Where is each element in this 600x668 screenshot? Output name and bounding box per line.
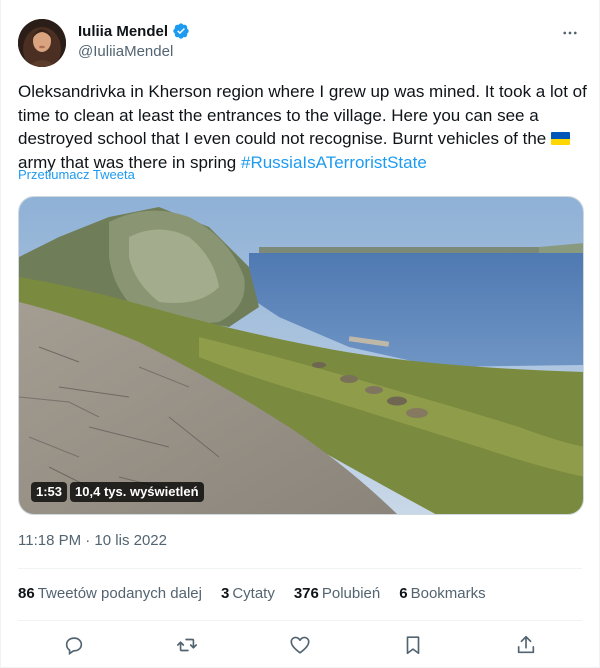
bookmarks-label: Bookmarks	[410, 585, 486, 602]
verified-badge-icon	[172, 22, 190, 40]
avatar[interactable]	[18, 19, 66, 67]
tweet-timestamp[interactable]: 11:18 PM · 10 lis 2022	[18, 532, 167, 549]
retweets-label: Tweetów podanych dalej	[37, 585, 202, 602]
tweet-text: Oleksandrivka in Kherson region where I …	[18, 80, 588, 174]
action-bar	[18, 630, 582, 660]
bookmark-icon[interactable]	[395, 630, 431, 660]
video-badges: 1:53 10,4 tys. wyświetleń	[31, 482, 204, 502]
tweet-stats: 86 Tweetów podanych dalej 3 Cytaty 376 Polu…	[18, 585, 486, 602]
bookmarks-count: 6	[399, 585, 408, 602]
more-options-icon[interactable]	[558, 23, 582, 43]
author-names: Iuliia Mendel @IuliiaMendel	[78, 22, 190, 60]
tweet-header: Iuliia Mendel @IuliiaMendel	[18, 19, 582, 67]
retweets-count: 86	[18, 585, 35, 602]
quotes-stat[interactable]: 3 Cytaty	[221, 585, 275, 602]
share-icon[interactable]	[508, 630, 544, 660]
video-views: 10,4 tys. wyświetleń	[70, 482, 204, 502]
author-display-name[interactable]: Iuliia Mendel	[78, 23, 168, 40]
retweet-icon[interactable]	[169, 630, 205, 660]
tweet-card: Iuliia Mendel @IuliiaMendel Oleksandrivk…	[0, 0, 600, 668]
likes-stat[interactable]: 376 Polubień	[294, 585, 380, 602]
hashtag-link[interactable]: #RussiaIsATerroristState	[241, 153, 427, 172]
divider	[18, 620, 582, 621]
tweet-text-main: Oleksandrivka in Kherson region where I …	[18, 82, 587, 148]
likes-count: 376	[293, 585, 319, 602]
video-thumbnail	[19, 197, 583, 514]
retweets-stat[interactable]: 86 Tweetów podanych dalej	[18, 585, 202, 602]
bookmarks-stat[interactable]: 6 Bookmarks	[399, 585, 485, 602]
author-handle[interactable]: @IuliiaMendel	[78, 43, 190, 60]
reply-icon[interactable]	[56, 630, 92, 660]
ukraine-flag-icon	[551, 132, 570, 145]
divider	[18, 568, 582, 569]
likes-label: Polubień	[321, 585, 381, 602]
quotes-count: 3	[220, 585, 230, 602]
like-icon[interactable]	[282, 630, 318, 660]
video-duration: 1:53	[31, 482, 68, 502]
video-player[interactable]: 1:53 10,4 tys. wyświetleń	[18, 196, 584, 515]
translate-tweet-link[interactable]: Przetłumacz Tweeta	[18, 167, 135, 182]
quotes-label: Cytaty	[232, 585, 275, 602]
